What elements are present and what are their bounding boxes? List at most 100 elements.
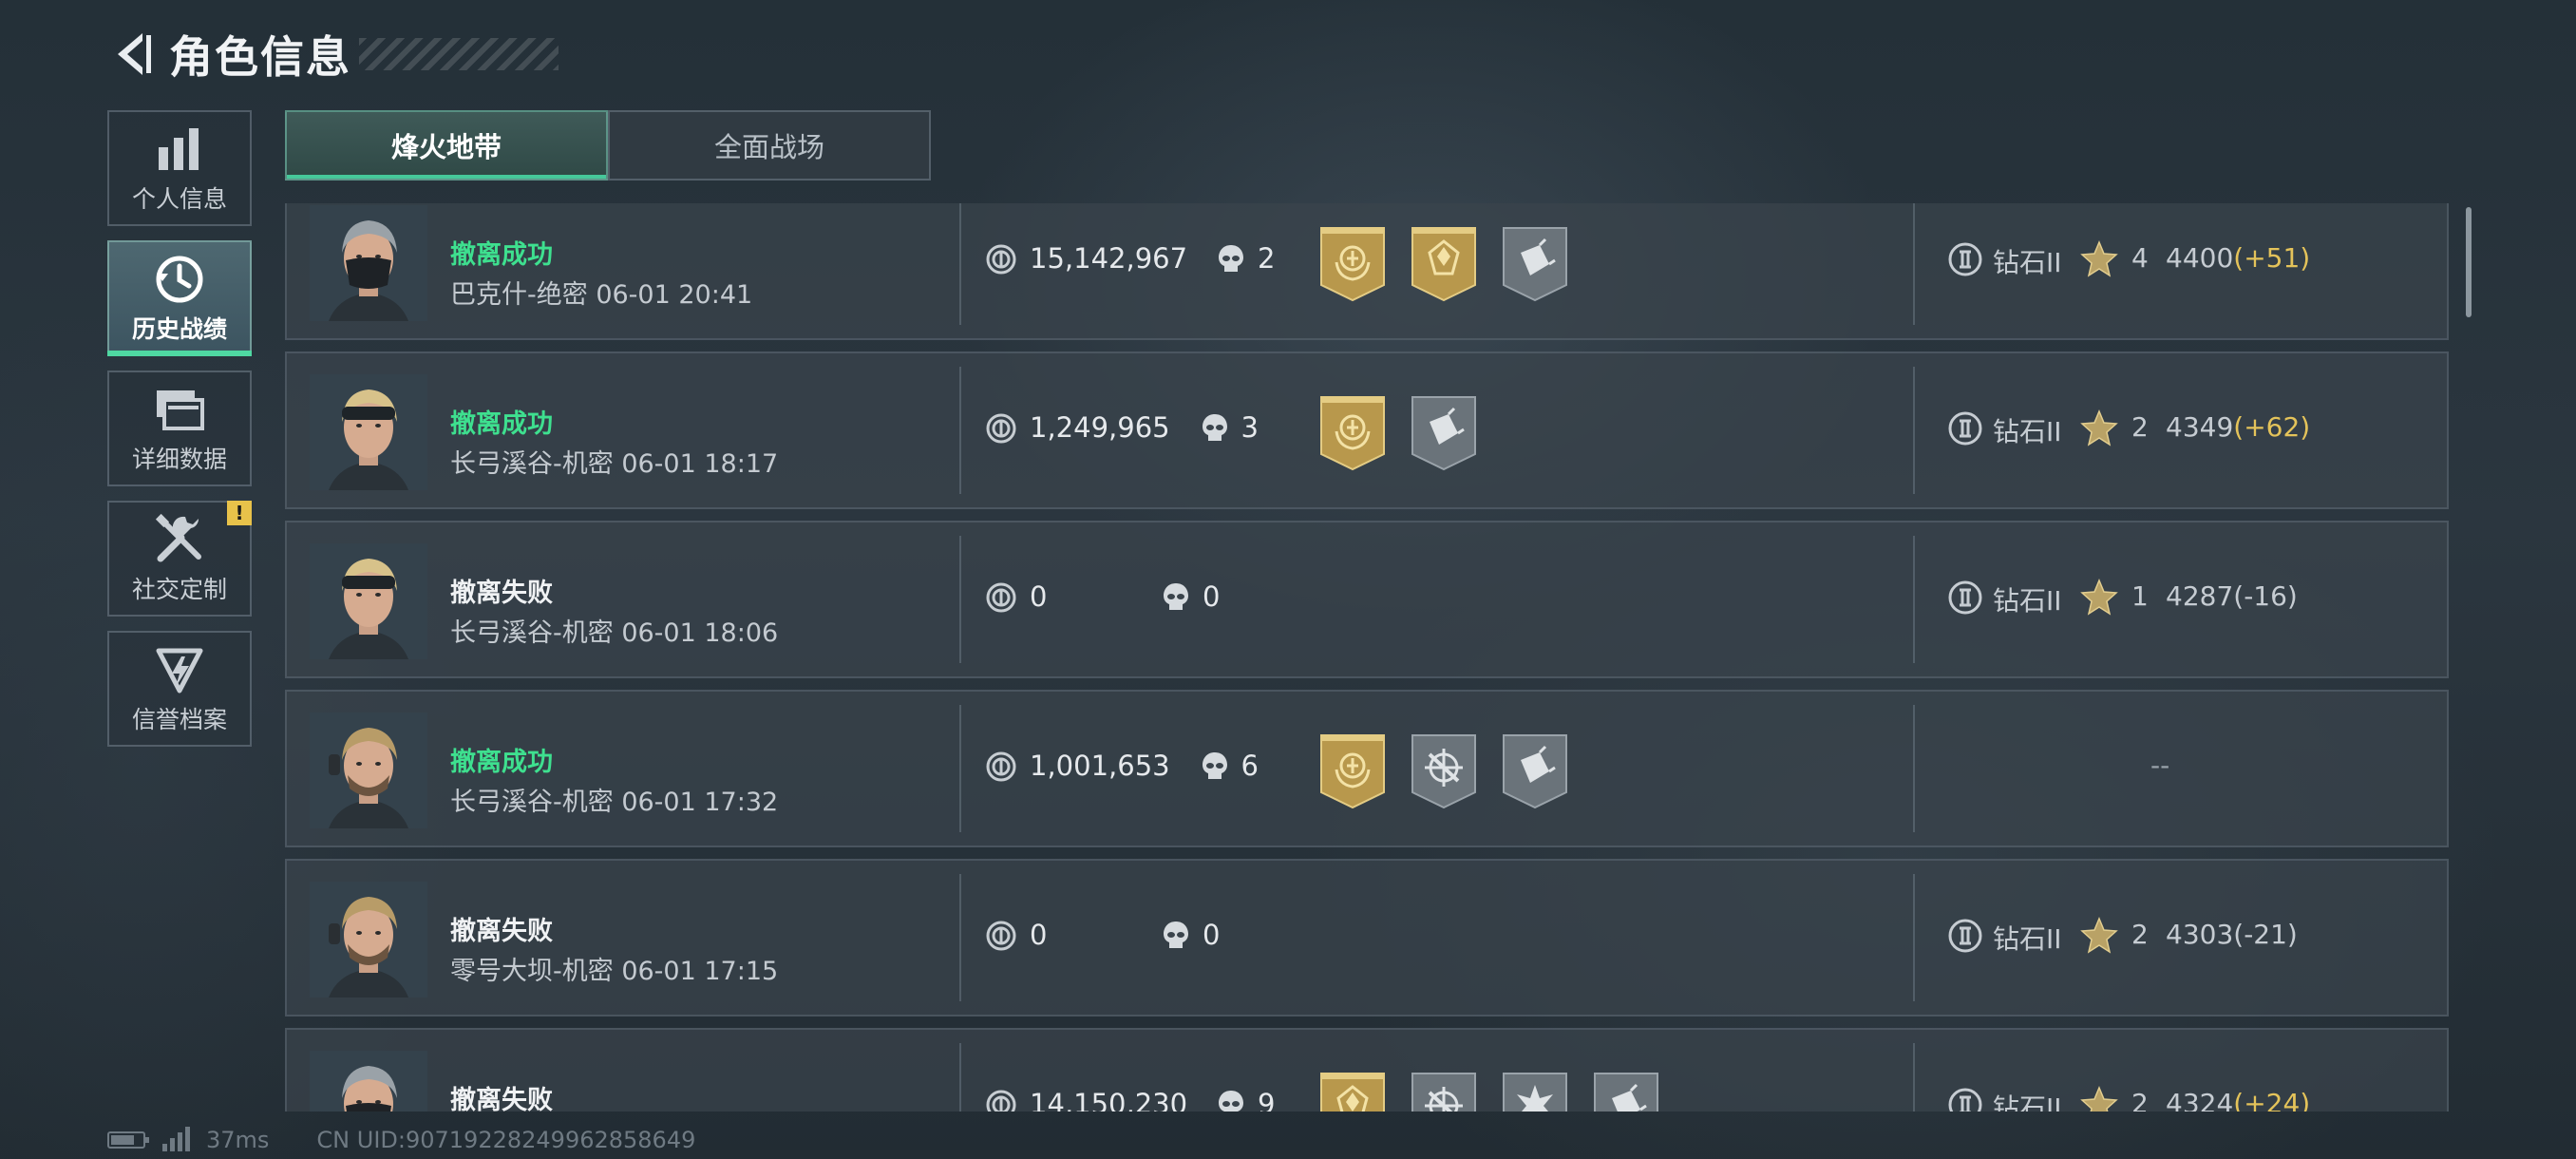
coin-icon (985, 750, 1017, 783)
rank-name: 钻石II (1993, 1092, 2062, 1112)
sidebar-item-detailed-data[interactable]: 详细数据 (107, 370, 252, 486)
rank-name: 钻石II (1993, 585, 2062, 617)
coin-icon (985, 1089, 1017, 1112)
match-result: 撤离成功 (450, 409, 553, 439)
sidebar-item-reputation[interactable]: 信誉档案 (107, 631, 252, 747)
mode-tabs: 烽火地带 全面战场 (285, 110, 931, 180)
signal-icon (162, 1127, 190, 1151)
match-row[interactable]: 撤离失败 零号大坝-机密 06-01 17:15 0 0 钻石II 2 4303(-21) (285, 859, 2449, 1016)
kill-count: 6 (1241, 750, 1259, 782)
rank-name: 钻石II (1993, 247, 2062, 278)
score-delta: (+51) (2233, 242, 2311, 274)
gray-crosshair-badge[interactable] (1409, 1070, 1479, 1112)
gray-burst-badge[interactable] (1500, 1070, 1570, 1112)
rank-icon (1947, 410, 1983, 446)
match-row[interactable]: 撤离成功 长弓溪谷-机密 06-01 18:17 1,249,965 3 钻石II 2 4… (285, 352, 2449, 509)
status-bar: 37ms CN UID:9071922824996285864​9 (107, 1127, 695, 1153)
battery-icon (107, 1131, 149, 1149)
rank-score: 4324(+24) (2166, 1088, 2310, 1112)
column-divider (1913, 203, 1915, 325)
match-map-time: 巴克什-绝密 06-01 20:41 (450, 280, 753, 310)
tools-icon (153, 512, 206, 567)
coin-icon (985, 920, 1017, 952)
match-map-time: 长弓溪谷-机密 06-01 18:06 (450, 618, 779, 648)
skull-icon (1201, 750, 1229, 783)
rank-score: 4349(+62) (2166, 411, 2310, 443)
gold-laurel-badge[interactable] (1317, 393, 1388, 471)
match-result: 撤离失败 (450, 917, 553, 946)
no-rank-placeholder: -- (2150, 750, 2170, 781)
match-row[interactable]: 撤离失败巴克什-绝密 06-01 15:0314,150,2309 钻石II24… (285, 1028, 2449, 1112)
rank-score: 4303(-21) (2166, 919, 2298, 950)
uid-text: CN UID:9071922824996285864​9 (316, 1127, 696, 1153)
score-delta: (-21) (2233, 919, 2298, 950)
skull-icon (1162, 581, 1190, 614)
sidebar-item-label: 详细数据 (131, 446, 227, 473)
match-row[interactable]: 撤离成功 长弓溪谷-机密 06-01 17:32 1,001,653 6 -- (285, 690, 2449, 847)
gray-crosshair-badge[interactable] (1409, 732, 1479, 809)
gray-bag-badge[interactable] (1591, 1070, 1661, 1112)
operator-avatar (310, 205, 427, 321)
column-divider (1913, 536, 1915, 663)
clock-history-icon (153, 252, 206, 307)
gray-bag-badge[interactable] (1409, 393, 1479, 471)
operator-avatar (310, 712, 427, 828)
sidebar-item-match-history[interactable]: 历史战绩 (107, 240, 252, 356)
coin-value: 15,142,967 (1030, 242, 1188, 275)
column-divider (959, 367, 961, 494)
folders-icon (153, 382, 206, 437)
tab-full-battlefield[interactable]: 全面战场 (608, 110, 931, 180)
gold-laurel-badge[interactable] (1317, 732, 1388, 809)
skull-icon (1201, 412, 1229, 445)
page-title: 角色信息 (169, 31, 351, 83)
match-result: 撤离成功 (450, 748, 553, 777)
star-count: 2 (2131, 1088, 2149, 1112)
sidebar: 个人信息 历史战绩 详细数据 ! 社交定制 信誉档案 (107, 110, 254, 761)
scrollbar[interactable] (2466, 207, 2472, 317)
match-map-time: 长弓溪谷-机密 06-01 18:17 (450, 449, 779, 479)
sidebar-item-social-custom[interactable]: ! 社交定制 (107, 501, 252, 617)
kill-count: 3 (1241, 411, 1259, 444)
reputation-icon (153, 642, 206, 697)
sidebar-item-personal-info[interactable]: 个人信息 (107, 110, 252, 226)
gray-bag-badge[interactable] (1500, 224, 1570, 302)
tab-warzone-zone[interactable]: 烽火地带 (285, 110, 608, 180)
kill-count: 9 (1258, 1088, 1276, 1112)
score-delta: (+24) (2233, 1088, 2311, 1112)
column-divider (1913, 1043, 1915, 1112)
rank-score: 4287(-16) (2166, 580, 2298, 612)
kill-count: 0 (1203, 580, 1221, 613)
title-decoration (359, 38, 559, 70)
gold-laurel-badge[interactable] (1317, 224, 1388, 302)
operator-avatar (310, 543, 427, 659)
operator-avatar (310, 374, 427, 490)
sidebar-item-label: 信誉档案 (131, 706, 227, 733)
star-count: 1 (2131, 580, 2149, 612)
gray-bag-badge[interactable] (1500, 732, 1570, 809)
star-icon (2080, 916, 2118, 954)
back-arrow-icon[interactable] (106, 28, 160, 81)
column-divider (959, 536, 961, 663)
header: 角色信息 (106, 21, 559, 87)
rank-name: 钻石II (1993, 416, 2062, 447)
match-result: 撤离失败 (450, 1086, 553, 1112)
column-divider (1913, 874, 1915, 1001)
coin-value: 14,150,230 (1030, 1088, 1188, 1112)
score-delta: (+62) (2233, 411, 2311, 443)
match-row[interactable]: 撤离失败 长弓溪谷-机密 06-01 18:06 0 0 钻石II 1 4287(-16) (285, 521, 2449, 678)
star-icon (2080, 239, 2118, 277)
column-divider (1913, 705, 1915, 832)
column-divider (959, 1043, 961, 1112)
rank-name: 钻石II (1993, 923, 2062, 955)
star-count: 4 (2131, 242, 2149, 274)
column-divider (959, 203, 961, 325)
sidebar-item-label: 个人信息 (131, 185, 227, 213)
score-value: 4303 (2166, 919, 2234, 950)
rank-icon (1947, 580, 1983, 616)
operator-avatar (310, 882, 427, 998)
match-row[interactable]: 撤离成功 巴克什-绝密 06-01 20:41 15,142,967 2 钻石II 4 4… (285, 203, 2449, 340)
gold-gem-badge[interactable] (1409, 224, 1479, 302)
match-map-time: 长弓溪谷-机密 06-01 17:32 (450, 788, 779, 817)
match-list[interactable]: 撤离成功 巴克什-绝密 06-01 20:41 15,142,967 2 钻石II 4 4… (285, 203, 2470, 1112)
gold-gem-badge[interactable] (1317, 1070, 1388, 1112)
